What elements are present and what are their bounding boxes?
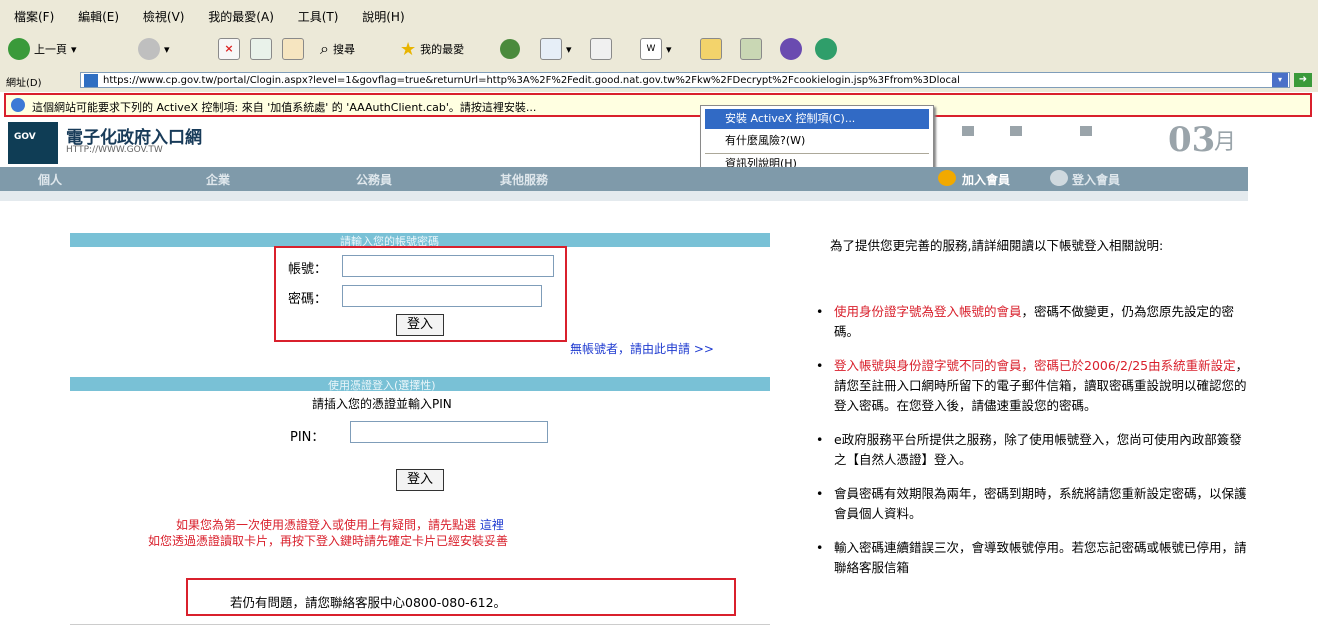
edit-button[interactable]: W ▾ (640, 36, 672, 62)
menu-tools[interactable]: 工具(T) (298, 8, 339, 25)
print-button[interactable] (590, 36, 612, 62)
login-member-icon (1050, 170, 1068, 186)
address-label: 網址(D) (6, 78, 42, 89)
mail-button[interactable]: ▾ (540, 36, 572, 62)
folder-icon (700, 38, 722, 60)
word-icon: W (640, 38, 662, 60)
messenger-icon (780, 38, 802, 60)
search-icon: ⌕ (320, 39, 329, 58)
forward-button[interactable]: ▾ (138, 36, 170, 62)
info-bar-text: 這個網站可能要求下列的 ActiveX 控制項: 來自 '加值系統處' 的 'A… (32, 101, 537, 114)
stop-icon: × (218, 38, 240, 60)
search-button[interactable]: ⌕ 搜尋 (320, 36, 355, 62)
account-label: 帳號： (288, 262, 328, 277)
go-arrow-icon[interactable]: ➜ (1294, 73, 1312, 87)
account-input[interactable] (342, 255, 554, 277)
login-strip: 請輸入您的帳號密碼 (70, 233, 770, 248)
menu-favorites[interactable]: 我的最愛(A) (208, 8, 274, 25)
notes-intro: 為了提供您更完善的服務,請詳細閱讀以下帳號登入相關說明: (830, 238, 1164, 253)
folder-button[interactable] (700, 36, 722, 62)
menu-edit[interactable]: 編輯(E) (78, 8, 119, 25)
toolbar: 上一頁 ▾ ▾ × ⌕ 搜尋 ★ 我的最愛 ▾ W ▾ (0, 30, 1318, 71)
history-button[interactable] (500, 36, 520, 62)
activex-info-bar[interactable]: 這個網站可能要求下列的 ActiveX 控制項: 來自 '加值系統處' 的 'A… (4, 93, 1312, 117)
history-icon (500, 39, 520, 59)
stop-button[interactable]: × (218, 36, 240, 62)
menu-item-install-activex[interactable]: 安裝 ActiveX 控制項(C)... (705, 109, 929, 129)
nav-bar: 個人 企業 公務員 其他服務 加入會員 登入會員 (0, 167, 1248, 191)
cert-help-line1: 如果您為第一次使用憑證登入或使用上有疑問，請先點選 這裡 (176, 518, 504, 532)
nav-business[interactable]: 企業 (206, 171, 230, 188)
password-label: 密碼： (288, 292, 328, 307)
address-input[interactable]: https://www.cp.gov.tw/portal/Clogin.aspx… (80, 72, 1290, 88)
note-item: 使用身份證字號為登入帳號的會員，密碼不做變更，仍為您原先設定的密碼。 (810, 302, 1250, 342)
gov-logo[interactable]: GOV (8, 122, 58, 164)
cert-login-button[interactable]: 登入 (396, 469, 444, 491)
home-button[interactable] (282, 36, 304, 62)
pin-input[interactable] (350, 421, 548, 443)
nav-personal[interactable]: 個人 (38, 171, 62, 188)
forward-arrow-icon (138, 38, 160, 60)
site-url: HTTP://WWW.GOV.TW (66, 145, 163, 155)
mail-icon (540, 38, 562, 60)
research-button[interactable] (740, 36, 762, 62)
date-day: 03 (1168, 120, 1216, 160)
divider (70, 624, 770, 625)
refresh-icon (250, 38, 272, 60)
cert-strip: 使用憑證登入(選擇性) (70, 377, 770, 392)
refresh-button[interactable] (250, 36, 272, 62)
users-icon (815, 38, 837, 60)
pin-label: PIN： (290, 430, 325, 445)
cert-help-link[interactable]: 這裡 (480, 518, 504, 532)
chevron-down-icon: ▾ (666, 42, 672, 56)
ie-page-icon (84, 74, 98, 87)
note-item: 輸入密碼連續錯誤三次，會導致帳號停用。若您忘記密碼或帳號已停用，請聯絡客服信箱 (810, 538, 1250, 578)
nav-login-member[interactable]: 登入會員 (1072, 171, 1120, 188)
menu-view[interactable]: 檢視(V) (143, 8, 185, 25)
header-link-icon[interactable] (1080, 126, 1092, 136)
users-button[interactable] (815, 36, 837, 62)
menu-bar: 檔案(F) 編輯(E) 檢視(V) 我的最愛(A) 工具(T) 說明(H) (0, 0, 1318, 31)
note-item: 會員密碼有效期限為兩年，密碼到期時，系統將請您重新設定密碼，以保護會員個人資料。 (810, 484, 1250, 524)
chevron-down-icon: ▾ (71, 42, 77, 56)
gov-logo-icon: GOV (14, 132, 36, 142)
header-link-icon[interactable] (1010, 126, 1022, 136)
shield-info-icon (11, 98, 25, 112)
cert-instruction: 請插入您的憑證並輸入PIN (312, 397, 452, 411)
address-dropdown-icon[interactable]: ▾ (1272, 73, 1288, 87)
research-icon (740, 38, 762, 60)
contact-text: 若仍有問題，請您聯絡客服中心0800-080-612。 (230, 595, 507, 610)
header-link-icon[interactable] (962, 126, 974, 136)
menu-file[interactable]: 檔案(F) (14, 8, 54, 25)
back-button[interactable]: 上一頁 ▾ (8, 36, 77, 62)
home-icon (282, 38, 304, 60)
nav-civil-servant[interactable]: 公務員 (356, 171, 392, 188)
login-button[interactable]: 登入 (396, 314, 444, 336)
date-month: 月 (1214, 130, 1237, 155)
favorites-button[interactable]: ★ 我的最愛 (400, 36, 464, 62)
messenger-button[interactable] (780, 36, 802, 62)
notes-list: 使用身份證字號為登入帳號的會員，密碼不做變更，仍為您原先設定的密碼。 登入帳號與… (810, 302, 1250, 578)
nav-shadow (0, 191, 1248, 201)
chevron-down-icon: ▾ (164, 42, 170, 56)
chevron-down-icon: ▾ (566, 42, 572, 56)
join-member-icon (938, 170, 956, 186)
star-icon: ★ (400, 38, 417, 60)
menu-help[interactable]: 說明(H) (362, 8, 404, 25)
back-arrow-icon (8, 38, 30, 60)
address-bar: 網址(D) https://www.cp.gov.tw/portal/Clogi… (0, 70, 1318, 92)
cert-help-line2: 如您透過憑證讀取卡片，再按下登入鍵時請先確定卡片已經安裝妥善 (148, 534, 509, 548)
menu-item-risk[interactable]: 有什麼風險?(W) (705, 131, 929, 151)
register-link[interactable]: 無帳號者，請由此申請 >> (570, 340, 714, 357)
password-input[interactable] (342, 285, 542, 307)
nav-other-services[interactable]: 其他服務 (500, 171, 548, 188)
note-item: e政府服務平台所提供之服務，除了使用帳號登入，您尚可使用內政部簽發之【自然人憑證… (810, 430, 1250, 470)
note-item: 登入帳號與身份證字號不同的會員，密碼已於2006/2/25由系統重新設定，請您至… (810, 356, 1250, 416)
print-icon (590, 38, 612, 60)
nav-join-member[interactable]: 加入會員 (962, 171, 1010, 188)
